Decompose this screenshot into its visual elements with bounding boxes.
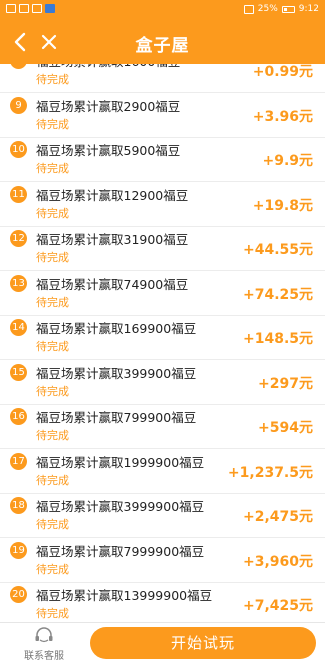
task-status: 待完成 (36, 206, 69, 220)
task-number-badge: 12 (10, 230, 27, 247)
task-row[interactable]: 18 福豆场累计赢取3999900福豆 待完成 +2,475元 (0, 494, 325, 538)
task-title: 福豆场累计赢取2900福豆 (36, 98, 181, 114)
task-reward: +7,425元 (242, 598, 313, 614)
task-status: 待完成 (36, 607, 69, 620)
start-trial-button[interactable]: 开始试玩 (90, 627, 316, 659)
wifi-icon (32, 4, 42, 13)
task-reward: +297元 (258, 375, 313, 392)
task-number-badge: 18 (10, 497, 27, 514)
status-bar: 25% 9:12 (0, 0, 325, 20)
task-title: 福豆场累计赢取1600福豆 (36, 64, 180, 70)
task-title: 福豆场累计赢取799900福豆 (36, 410, 197, 425)
task-title: 福豆场累计赢取7999900福豆 (36, 543, 205, 559)
task-row[interactable]: 11 福豆场累计赢取12900福豆 待完成 +19.8元 (0, 183, 325, 227)
vibrate-icon (243, 4, 254, 14)
task-number-badge: 14 (10, 319, 27, 336)
task-title: 福豆场累计赢取3999900福豆 (36, 499, 205, 514)
task-list[interactable]: 8 福豆场累计赢取1600福豆待完成 +0.99元 9 福豆场累计赢取2900福豆待完成… (0, 64, 325, 629)
task-number-badge: 13 (10, 274, 27, 292)
task-title: 福豆场累计赢取12900福豆 (36, 187, 189, 203)
task-reward: +74.25元 (242, 286, 313, 303)
task-row[interactable]: 14 福豆场累计赢取169900福豆 待完成 +148.5元 (0, 316, 325, 360)
status-left (6, 4, 55, 13)
task-row[interactable]: 20 福豆场累计赢取13999900福豆 待完成 +7,425元 (0, 583, 325, 627)
task-number-badge: 15 (10, 363, 27, 381)
task-reward: +1,237.5元 (227, 464, 313, 481)
task-reward: +3,960元 (242, 553, 313, 570)
headset-icon (35, 627, 53, 643)
task-row[interactable]: 15 福豆场累计赢取399900福豆 待完成 +297元 (0, 361, 325, 405)
status-right: 25% 9:12 (243, 4, 319, 14)
task-title: 福豆场累计赢取5900福豆 (36, 143, 181, 158)
task-row[interactable]: 10 福豆场累计赢取5900福豆 待完成 +9.9元 (0, 138, 325, 182)
task-number-badge: 9 (10, 96, 27, 114)
task-row[interactable]: 12 福豆场累计赢取31900福豆 待完成 +44.55元 (0, 227, 325, 271)
task-status: 待完成 (36, 295, 69, 309)
task-row[interactable]: 9 福豆场累计赢取2900福豆 待完成 +3.96元 (0, 94, 325, 138)
task-status: 待完成 (36, 340, 69, 353)
task-reward: +19.8元 (252, 197, 313, 214)
task-title: 福豆场累计赢取74900福豆 (36, 276, 189, 292)
contact-service-label: 联系客服 (24, 651, 64, 661)
task-row[interactable]: 16 福豆场累计赢取799900福豆 待完成 +594元 (0, 405, 325, 449)
page-title: 盒子屋 (135, 36, 190, 56)
task-reward: +9.9元 (262, 153, 313, 169)
task-status: 待完成 (36, 73, 69, 86)
task-status: 待完成 (36, 429, 69, 442)
task-number-badge: 17 (10, 452, 27, 470)
task-title: 福豆场累计赢取399900福豆 (36, 365, 197, 381)
task-number-badge: 20 (10, 586, 27, 603)
signal-icon (19, 4, 29, 13)
contact-service-button[interactable]: 联系客服 (22, 627, 66, 661)
clock: 9:12 (298, 4, 319, 14)
task-status: 待完成 (36, 384, 69, 398)
task-status: 待完成 (36, 562, 69, 576)
task-number-badge: 19 (10, 541, 27, 559)
header-bar: 盒子屋 (0, 20, 325, 64)
task-title: 福豆场累计赢取169900福豆 (36, 321, 197, 336)
battery-icon (281, 5, 295, 13)
task-row[interactable]: 17 福豆场累计赢取1999900福豆 待完成 +1,237.5元 (0, 450, 325, 494)
task-number-badge: 11 (10, 185, 27, 203)
task-row[interactable]: 19 福豆场累计赢取7999900福豆 待完成 +3,960元 (0, 539, 325, 583)
task-reward: +0.99元 (252, 64, 313, 80)
task-status: 待完成 (36, 473, 69, 487)
task-number-badge: 16 (10, 408, 27, 425)
task-reward: +148.5元 (242, 331, 313, 347)
task-title: 福豆场累计赢取13999900福豆 (36, 588, 213, 603)
battery-percent: 25% (257, 4, 278, 14)
task-title: 福豆场累计赢取1999900福豆 (36, 454, 205, 470)
task-reward: +3.96元 (252, 108, 313, 125)
bottom-bar: 联系客服 开始试玩 (0, 622, 325, 661)
task-reward: +594元 (258, 420, 313, 436)
task-reward: +44.55元 (242, 242, 313, 258)
task-status: 待完成 (36, 251, 69, 264)
task-row[interactable]: 13 福豆场累计赢取74900福豆 待完成 +74.25元 (0, 272, 325, 316)
task-number-badge: 10 (10, 141, 27, 158)
task-status: 待完成 (36, 117, 69, 131)
app-notification-icon (45, 4, 55, 13)
task-reward: +2,475元 (242, 509, 313, 525)
task-number-badge: 8 (10, 64, 27, 69)
task-row[interactable]: 8 福豆场累计赢取1600福豆待完成 +0.99元 (0, 64, 325, 93)
task-status: 待完成 (36, 518, 69, 531)
sim-icon (6, 4, 16, 13)
task-status: 待完成 (36, 162, 69, 175)
task-title: 福豆场累计赢取31900福豆 (36, 232, 189, 247)
